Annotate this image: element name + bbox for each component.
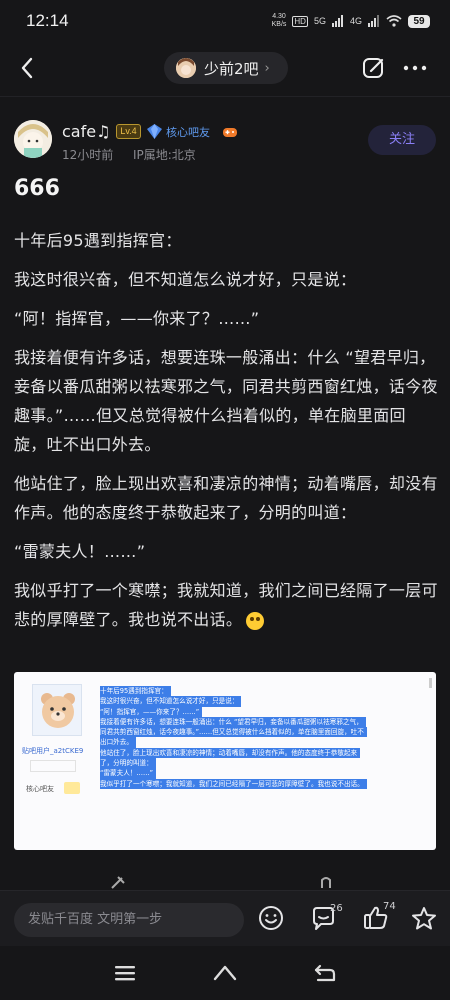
forum-name: 少前2吧 [204,59,259,78]
follow-button[interactable]: 关注 [368,125,436,155]
chevron-left-icon [21,57,33,79]
signal-bars-icon [368,15,379,27]
network-speed: 4.30 KB/s [271,13,287,28]
level-badge: Lv.4 [116,124,141,139]
system-navigation-bar [0,946,450,1000]
post-body: 十年后95遇到指挥官： 我这时很兴奋，但不知道怎么说才好，只是说： “阿！指挥官… [14,226,438,634]
embed-line: 我接着便有许多话，想要连珠一般涌出：什么 “望君早归，妾备以番瓜甜粥以祛寒邪之气… [100,716,366,728]
return-icon [314,964,336,982]
like-button[interactable] [362,904,402,932]
embed-line: 同君共剪西窗红烛，话今夜趣事。”……但又总觉得被什么挡着似的，单在脑里面回旋，吐… [100,727,367,738]
core-member-label: 核心吧友 [166,125,210,139]
more-button[interactable] [400,56,430,80]
embed-line: 他站住了，脸上现出欢喜和凄凉的神情；动着嘴唇，却没有作声。他的态度终于恭敬起来 [100,747,361,759]
post-paragraph: “阿！指挥官，——你来了？……” [14,309,260,328]
status-indicators: 4.30 KB/s HD 5G 4G 59 [272,12,430,30]
post-meta: 12小时前 IP属地:北京 [62,146,196,163]
share-icon [111,876,125,889]
hd-indicator: HD [292,15,308,27]
like-count: 74 [383,901,396,912]
dizzy-face-emoji-icon [246,611,265,630]
thumbs-up-icon [321,877,331,888]
embed-line: 十年后95遇到指挥官： [100,686,171,697]
embed-badge-chip [64,782,80,794]
return-button[interactable] [312,962,338,984]
menu-icon [115,966,135,981]
home-button[interactable] [212,962,238,984]
back-button[interactable] [14,54,42,82]
forum-avatar-image [176,58,196,78]
embed-line: 我这时很兴奋，但不知道怎么说才好，只是说： [100,696,242,707]
embed-user-box [30,760,76,772]
post-paragraph: 我接着便有许多话，想要连珠一般涌出：什么 “望君早归，妾备以番瓜甜粥以祛寒邪之气… [14,348,438,454]
emoji-button[interactable] [258,905,284,931]
reply-input[interactable]: 发贴千百度 文明第一步 [14,903,244,937]
more-icon [403,65,427,71]
embed-line: 出口外去。 [100,737,136,748]
action-row-peek [0,874,450,890]
ip-location: IP属地:北京 [132,148,196,162]
embed-line: 了，分明的叫道： [100,758,156,769]
post-paragraph-text: 我似乎打了一个寒噤；我就知道，我们之间已经隔了一层可悲的厚障壁了。我也说不出话。 [14,581,438,629]
status-bar: 12:14 4.30 KB/s HD 5G 4G 59 [0,0,450,40]
diamond-badge-icon [147,124,162,139]
post-time: 12小时前 [62,148,114,162]
author-avatar[interactable] [14,120,52,158]
embedded-screenshot[interactable]: 贴吧用户_a2tCKE9 核心吧友 十年后95遇到指挥官： 我这时很兴奋，但不知… [14,672,436,850]
menu-button[interactable] [112,962,138,984]
embed-highlighted-text: 十年后95遇到指挥官： 我这时很兴奋，但不知道怎么说才好，只是说： “阿！指挥官… [100,686,420,789]
star-icon [412,907,436,930]
post-paragraph: 十年后95遇到指挥官： [14,231,182,250]
embed-line: 我似乎打了一个寒噤；我就知道，我们之间已经隔了一层可悲的厚障壁了。我也说不出话。 [100,778,367,789]
edit-icon [363,58,384,78]
post-paragraph-last: 我似乎打了一个寒噤；我就知道，我们之间已经隔了一层可悲的厚障壁了。我也说不出话。 [14,576,438,634]
author-avatar-image [14,120,52,158]
gamepad-icon [222,124,238,138]
bear-avatar-image [41,693,75,728]
embed-bear-avatar [32,684,82,736]
bottom-reply-bar: 发贴千百度 文明第一步 [0,890,450,946]
edit-button[interactable] [360,54,388,82]
forum-avatar [176,58,196,78]
embed-line: “阿！指挥官，——你来了？……” [100,706,203,717]
embed-line: “雷蒙夫人！……” [100,768,156,779]
post-paragraph: “雷蒙夫人！……” [14,542,146,561]
post-paragraph: 他站住了，脸上现出欢喜和凄凉的神情；动着嘴唇，却没有作声。他的态度终于恭敬起来了… [14,474,438,522]
forum-link-pill[interactable]: 少前2吧 › [164,52,288,84]
post-title: 666 [14,176,60,201]
signal-5g: 5G [313,16,326,26]
home-icon [213,965,237,981]
top-nav: 少前2吧 › [0,44,450,92]
wifi-icon [386,15,402,27]
embed-scrollbar [429,678,432,688]
battery-indicator: 59 [408,14,430,28]
author-name[interactable]: cafe♫ [62,122,110,141]
signal-4g: 4G [349,16,362,26]
chevron-right-icon: › [264,60,270,76]
comment-count: 26 [330,903,343,914]
embed-username: 贴吧用户_a2tCKE9 [22,747,84,755]
signal-bars-icon [331,15,343,27]
nav-divider [0,96,450,97]
embed-core-label: 核心吧友 [26,785,54,793]
status-time: 12:14 [26,11,69,30]
smile-icon [259,906,283,930]
favorite-button[interactable] [410,905,438,933]
post-paragraph: 我这时很兴奋，但不知道怎么说才好，只是说： [14,270,357,289]
core-member-badge: 核心吧友 [146,123,210,140]
